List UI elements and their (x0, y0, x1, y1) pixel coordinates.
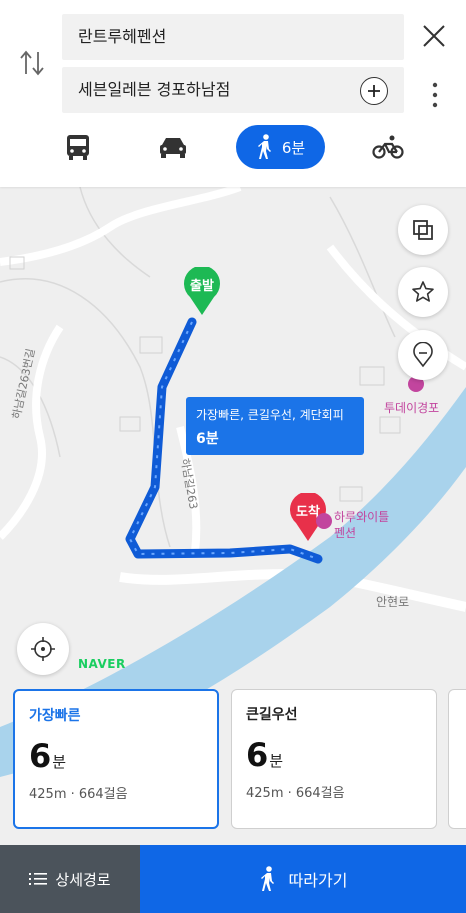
current-location-button[interactable] (17, 623, 69, 675)
start-label: 출발 (190, 279, 214, 294)
transport-mode-tabs: 6분 (0, 122, 466, 172)
follow-route-button[interactable]: 따라가기 (140, 845, 466, 913)
route-name: 큰길우선 (246, 707, 298, 723)
bottom-action-bar: 상세경로 따라가기 (0, 845, 466, 913)
tab-bike[interactable] (370, 122, 406, 172)
route-detail-button[interactable]: 상세경로 (0, 845, 140, 913)
list-icon (29, 873, 48, 885)
route-time-unit: 분 (52, 753, 67, 771)
route-time: 6 분 (246, 736, 422, 774)
poi-today-gyeongpo[interactable]: 투데이경포 (384, 399, 439, 416)
bike-icon (372, 135, 404, 159)
lodging-icon (316, 513, 332, 529)
route-time-unit: 분 (269, 752, 284, 770)
poi-haru-pension[interactable]: 하루와이틀 펜션 (334, 509, 389, 541)
poi-haru-line1: 하루와이틀 (334, 510, 390, 524)
car-icon (160, 138, 186, 158)
pin-icon (413, 342, 433, 368)
walk-time: 6분 (281, 138, 306, 157)
destination-text: 세븐일레븐 경포하남점 (78, 80, 231, 99)
route-search-header: 란트루헤펜션 세븐일레븐 경포하남점 6분 (0, 0, 466, 187)
walk-icon (257, 134, 271, 159)
road-label-3: 안현로 (376, 595, 410, 609)
route-tooltip-options: 가장빠른, 큰길우선, 계단회피 (196, 408, 344, 422)
walk-icon (260, 866, 274, 891)
star-icon (412, 281, 434, 302)
follow-route-label: 따라가기 (288, 871, 348, 890)
route-time-number: 6 (29, 737, 52, 775)
tab-car[interactable] (152, 122, 194, 172)
route-card-partial[interactable] (448, 689, 466, 829)
naver-logo: NAVER (78, 657, 126, 671)
route-tooltip[interactable]: 가장빠른, 큰길우선, 계단회피 6분 (186, 397, 364, 455)
start-marker[interactable]: 출발 (182, 265, 222, 317)
tab-transit[interactable] (58, 122, 98, 172)
route-detail-label: 상세경로 (55, 870, 111, 889)
route-time: 6 분 (29, 737, 203, 775)
route-tooltip-time: 6분 (196, 431, 219, 447)
layers-icon (413, 220, 433, 240)
destination-field[interactable]: 세븐일레븐 경포하남점 (62, 67, 404, 113)
origin-field[interactable]: 란트루헤펜션 (62, 14, 404, 60)
origin-text: 란트루헤펜션 (78, 27, 167, 46)
route-card-mainroad[interactable]: 큰길우선 6 분 425m · 664걸음 (231, 689, 437, 829)
map-layers-button[interactable] (398, 205, 448, 255)
more-options-icon[interactable] (425, 80, 445, 110)
route-name: 가장빠른 (29, 708, 81, 724)
location-pin-button[interactable] (398, 330, 448, 380)
add-waypoint-button[interactable] (360, 77, 388, 105)
route-time-number: 6 (246, 736, 269, 774)
crosshair-icon (31, 637, 55, 661)
favorite-button[interactable] (398, 267, 448, 317)
route-card-fastest[interactable]: 가장빠른 6 분 425m · 664걸음 (13, 689, 219, 829)
poi-haru-line2: 펜션 (334, 526, 357, 540)
close-icon[interactable] (420, 22, 448, 50)
bus-icon (67, 135, 89, 160)
swap-icon[interactable] (18, 48, 46, 78)
plus-icon (368, 85, 380, 97)
tab-walk[interactable]: 6분 (236, 125, 325, 169)
route-distance: 425m · 664걸음 (246, 786, 345, 801)
route-distance: 425m · 664걸음 (29, 787, 128, 802)
